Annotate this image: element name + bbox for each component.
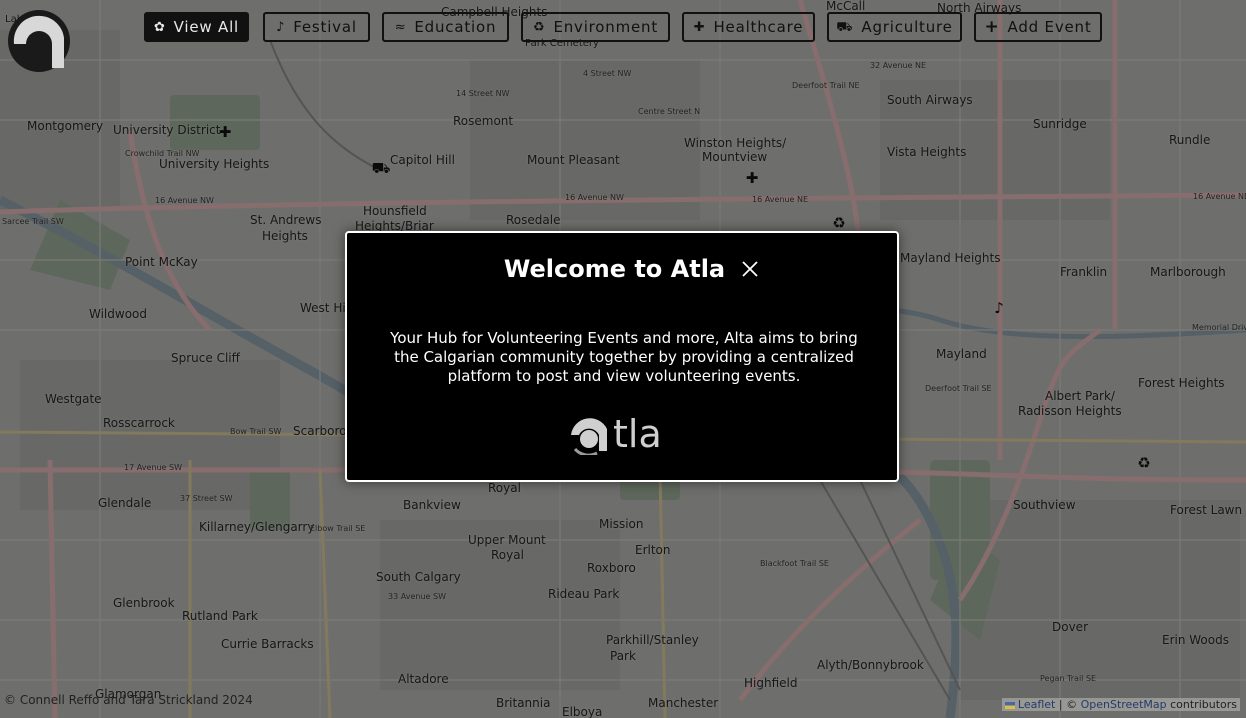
music-note-icon: ♪ (276, 19, 286, 35)
filter-label: Education (414, 18, 497, 36)
leaflet-link[interactable]: Leaflet (1018, 698, 1055, 711)
seedling-icon: ✿ (153, 19, 166, 35)
festival-filter-button[interactable]: ♪ Festival (263, 12, 370, 42)
medical-cross-icon: ✚ (693, 19, 706, 35)
agriculture-filter-button[interactable]: ⛟ Agriculture (827, 12, 962, 42)
view-all-button[interactable]: ✿ View All (144, 12, 249, 42)
ukraine-flag-icon (1004, 701, 1015, 709)
filter-label: Environment (553, 18, 659, 36)
graduation-cap-icon: ≈ (394, 19, 407, 35)
filter-label: View All (173, 18, 240, 36)
attribution-separator: | © (1055, 698, 1081, 711)
add-event-button[interactable]: + Add Event (974, 12, 1102, 42)
filter-label: Healthcare (713, 18, 804, 36)
wordmark-text: tla (613, 412, 662, 455)
environment-filter-button[interactable]: ♻ Environment (521, 12, 670, 42)
education-filter-button[interactable]: ≈ Education (382, 12, 509, 42)
modal-title: Welcome to Atla (503, 255, 726, 283)
copyright-text: © Connell Reffo and Tara Strickland 2024 (4, 693, 253, 707)
tractor-icon: ⛟ (836, 19, 854, 35)
recycle-icon: ♻ (532, 19, 546, 35)
openstreetmap-link[interactable]: OpenStreetMap (1081, 698, 1167, 711)
modal-description: Your Hub for Volunteering Events and mor… (390, 329, 858, 385)
plus-icon: + (984, 16, 1000, 37)
filter-label: Agriculture (861, 18, 953, 36)
filter-label: Add Event (1007, 18, 1092, 36)
map-attribution: Leaflet | © OpenStreetMap contributors (1001, 698, 1240, 711)
atla-logo[interactable] (6, 8, 72, 74)
welcome-modal: Welcome to Atla Your Hub for Volunteerin… (345, 231, 899, 482)
atla-wordmark-logo: tla (571, 412, 662, 455)
healthcare-filter-button[interactable]: ✚ Healthcare (682, 12, 815, 42)
close-icon[interactable] (741, 260, 759, 278)
attribution-contributors: contributors (1166, 698, 1237, 711)
filter-label: Festival (293, 18, 357, 36)
